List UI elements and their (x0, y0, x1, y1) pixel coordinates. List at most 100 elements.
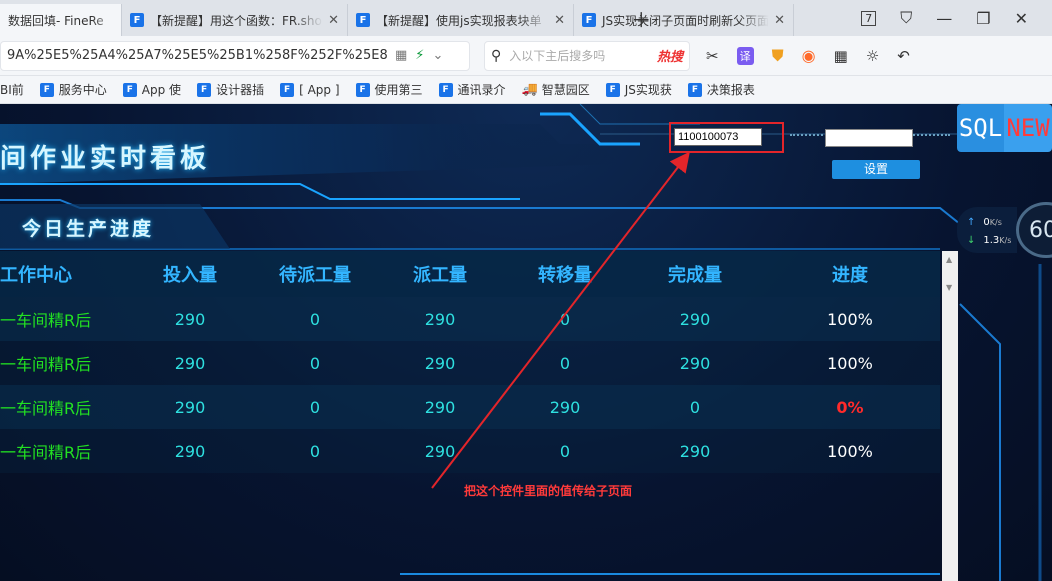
fanruan-icon: F (582, 13, 596, 27)
cell-completed-qty: 0 (630, 385, 760, 429)
cell-progress: 0% (760, 385, 940, 429)
tab-3[interactable]: F JS实现关闭子页面时刷新父页面 ✕ (574, 4, 794, 36)
network-speed-widget: ↑ 0K/s ↓ 1.3K/s (957, 207, 1017, 253)
address-bar: 9A%25E5%25A4%25A7%25E5%25B1%258F%252F%25… (0, 36, 1052, 76)
cell-pending-qty: 0 (250, 341, 380, 385)
restore-icon[interactable]: ❐ (976, 9, 990, 28)
tab-label: 【新提醒】使用js实现报表块单 (376, 13, 542, 28)
bookmark-label: 智慧园区 (541, 83, 590, 97)
search-icon: ⚲ (491, 47, 502, 64)
upload-unit: K/s (989, 217, 1002, 227)
column-header: 进度 (760, 251, 940, 297)
undo-icon[interactable]: ↶ (897, 47, 910, 65)
bookmark-label: [ App ] (299, 82, 340, 97)
cell-progress: 100% (760, 297, 940, 341)
url-text: 9A%25E5%25A4%25A7%25E5%25B1%258F%252F%25… (7, 48, 387, 63)
translate-icon[interactable]: 译 (736, 46, 754, 65)
shield-icon[interactable]: ⛊ (772, 46, 784, 66)
table-header-row: 工作中心 投入量 待派工量 派工量 转移量 完成量 进度 (0, 251, 940, 297)
download-speed: 1.3 (983, 234, 1000, 246)
table-scrollbar[interactable]: ▲ ▼ (942, 251, 958, 581)
grid-icon[interactable]: ▦ (834, 47, 848, 65)
fanruan-icon: F (687, 82, 702, 97)
cell-progress: 100% (760, 429, 940, 473)
bookmark-item[interactable]: F [ App ] (280, 82, 340, 97)
arrow-up-icon: ↑ (967, 216, 976, 228)
cell-completed-qty: 290 (630, 429, 760, 473)
cell-work-center: 一车间精R后 (0, 297, 130, 341)
shirt-icon[interactable]: ⛉ (900, 8, 912, 28)
fanruan-icon: F (280, 82, 295, 97)
bookmark-item[interactable]: F 使用第三 (355, 81, 423, 98)
bookmark-item[interactable]: F JS实现获 (605, 81, 672, 98)
tab-1[interactable]: F 【新提醒】用这个函数：FR.sho ✕ (122, 4, 348, 36)
chevron-down-icon[interactable]: ⌄ (432, 48, 443, 63)
new-label: NEW (1004, 104, 1052, 152)
cell-progress: 100% (760, 341, 940, 385)
fanruan-icon: F (39, 82, 54, 97)
secondary-input[interactable] (825, 129, 913, 147)
download-unit: K/s (999, 235, 1012, 245)
brightness-icon[interactable]: ☼ (866, 47, 879, 65)
cell-work-center: 一车间精R后 (0, 385, 130, 429)
bookmark-item[interactable]: F 服务中心 (39, 81, 107, 98)
new-tab-icon[interactable]: ＋ (631, 4, 651, 33)
cell-pending-qty: 0 (250, 429, 380, 473)
url-field[interactable]: 9A%25E5%25A4%25A7%25E5%25B1%258F%252F%25… (0, 40, 470, 71)
sql-label: SQL (957, 104, 1004, 152)
scroll-up-icon[interactable]: ▲ (946, 255, 952, 264)
cell-input-qty: 290 (130, 341, 250, 385)
fanruan-icon: F (356, 13, 370, 27)
bookmark-item[interactable]: BI前 (0, 81, 24, 98)
cell-transfer-qty: 0 (500, 341, 630, 385)
search-box[interactable]: ⚲ 入以下主后搜多吗 热搜 (484, 40, 690, 71)
bookmark-item[interactable]: 🚚 智慧园区 (522, 81, 590, 98)
production-table: 工作中心 投入量 待派工量 派工量 转移量 完成量 进度 一车间精R后 290 … (0, 251, 940, 581)
set-button[interactable]: 设置 (832, 160, 920, 179)
fanruan-icon: F (355, 82, 370, 97)
section-title: 今日生产进度 (22, 218, 155, 240)
bookmark-item[interactable]: F 通讯录介 (438, 81, 506, 98)
minimize-icon[interactable]: — (936, 9, 952, 28)
bookmark-item[interactable]: F 设计器插 (197, 81, 264, 98)
column-header: 待派工量 (250, 251, 380, 297)
hot-search-label[interactable]: 热搜 (657, 46, 683, 65)
bookmark-item[interactable]: F App 使 (122, 81, 181, 98)
bolt-icon[interactable]: ⚡ (415, 48, 424, 63)
bookmark-label: BI前 (0, 83, 24, 97)
sql-new-badge[interactable]: SQL NEW (957, 104, 1052, 152)
bookmark-label: 决策报表 (706, 83, 755, 97)
close-tab-icon[interactable]: ✕ (328, 13, 339, 28)
truck-icon: 🚚 (521, 82, 538, 97)
gamepad-icon[interactable]: ◉ (802, 46, 816, 65)
cell-transfer-qty: 0 (500, 297, 630, 341)
tab-0[interactable]: 数据回填- FineRe (0, 4, 122, 36)
arrow-down-icon: ↓ (967, 234, 976, 246)
close-tab-icon[interactable]: ✕ (774, 13, 785, 28)
cell-completed-qty: 290 (630, 341, 760, 385)
column-header: 转移量 (500, 251, 630, 297)
cell-dispatched-qty: 290 (380, 341, 500, 385)
bookmark-item[interactable]: F 决策报表 (687, 81, 755, 98)
tab-2[interactable]: F 【新提醒】使用js实现报表块单 ✕ (348, 4, 574, 36)
scissors-icon[interactable]: ✂ (706, 47, 719, 65)
cell-completed-qty: 290 (630, 297, 760, 341)
bookmark-label: 通讯录介 (457, 83, 506, 97)
close-tab-icon[interactable]: ✕ (554, 13, 565, 28)
cell-transfer-qty: 0 (500, 429, 630, 473)
cell-work-center: 一车间精R后 (0, 341, 130, 385)
column-header: 派工量 (380, 251, 500, 297)
scroll-down-icon[interactable]: ▼ (946, 283, 952, 292)
tab-count-badge[interactable]: 7 (861, 10, 877, 26)
bookmarks-bar: BI前 F 服务中心 F App 使 F 设计器插 F[ App ] F 使用第三 F通… (0, 76, 1052, 104)
cell-dispatched-qty: 290 (380, 297, 500, 341)
qr-icon[interactable]: ▦ (395, 48, 407, 63)
fanruan-icon: F (122, 82, 137, 97)
close-window-icon[interactable]: ✕ (1015, 9, 1028, 28)
fanruan-icon: F (197, 82, 212, 97)
annotation-text: 把这个控件里面的值传给子页面 (464, 484, 633, 498)
cell-transfer-qty: 290 (500, 385, 630, 429)
table-row: 一车间精R后 290 0 290 290 0 0% (0, 385, 940, 429)
table-row: 一车间精R后 290 0 290 0 290 100% (0, 297, 940, 341)
cell-input-qty: 290 (130, 385, 250, 429)
